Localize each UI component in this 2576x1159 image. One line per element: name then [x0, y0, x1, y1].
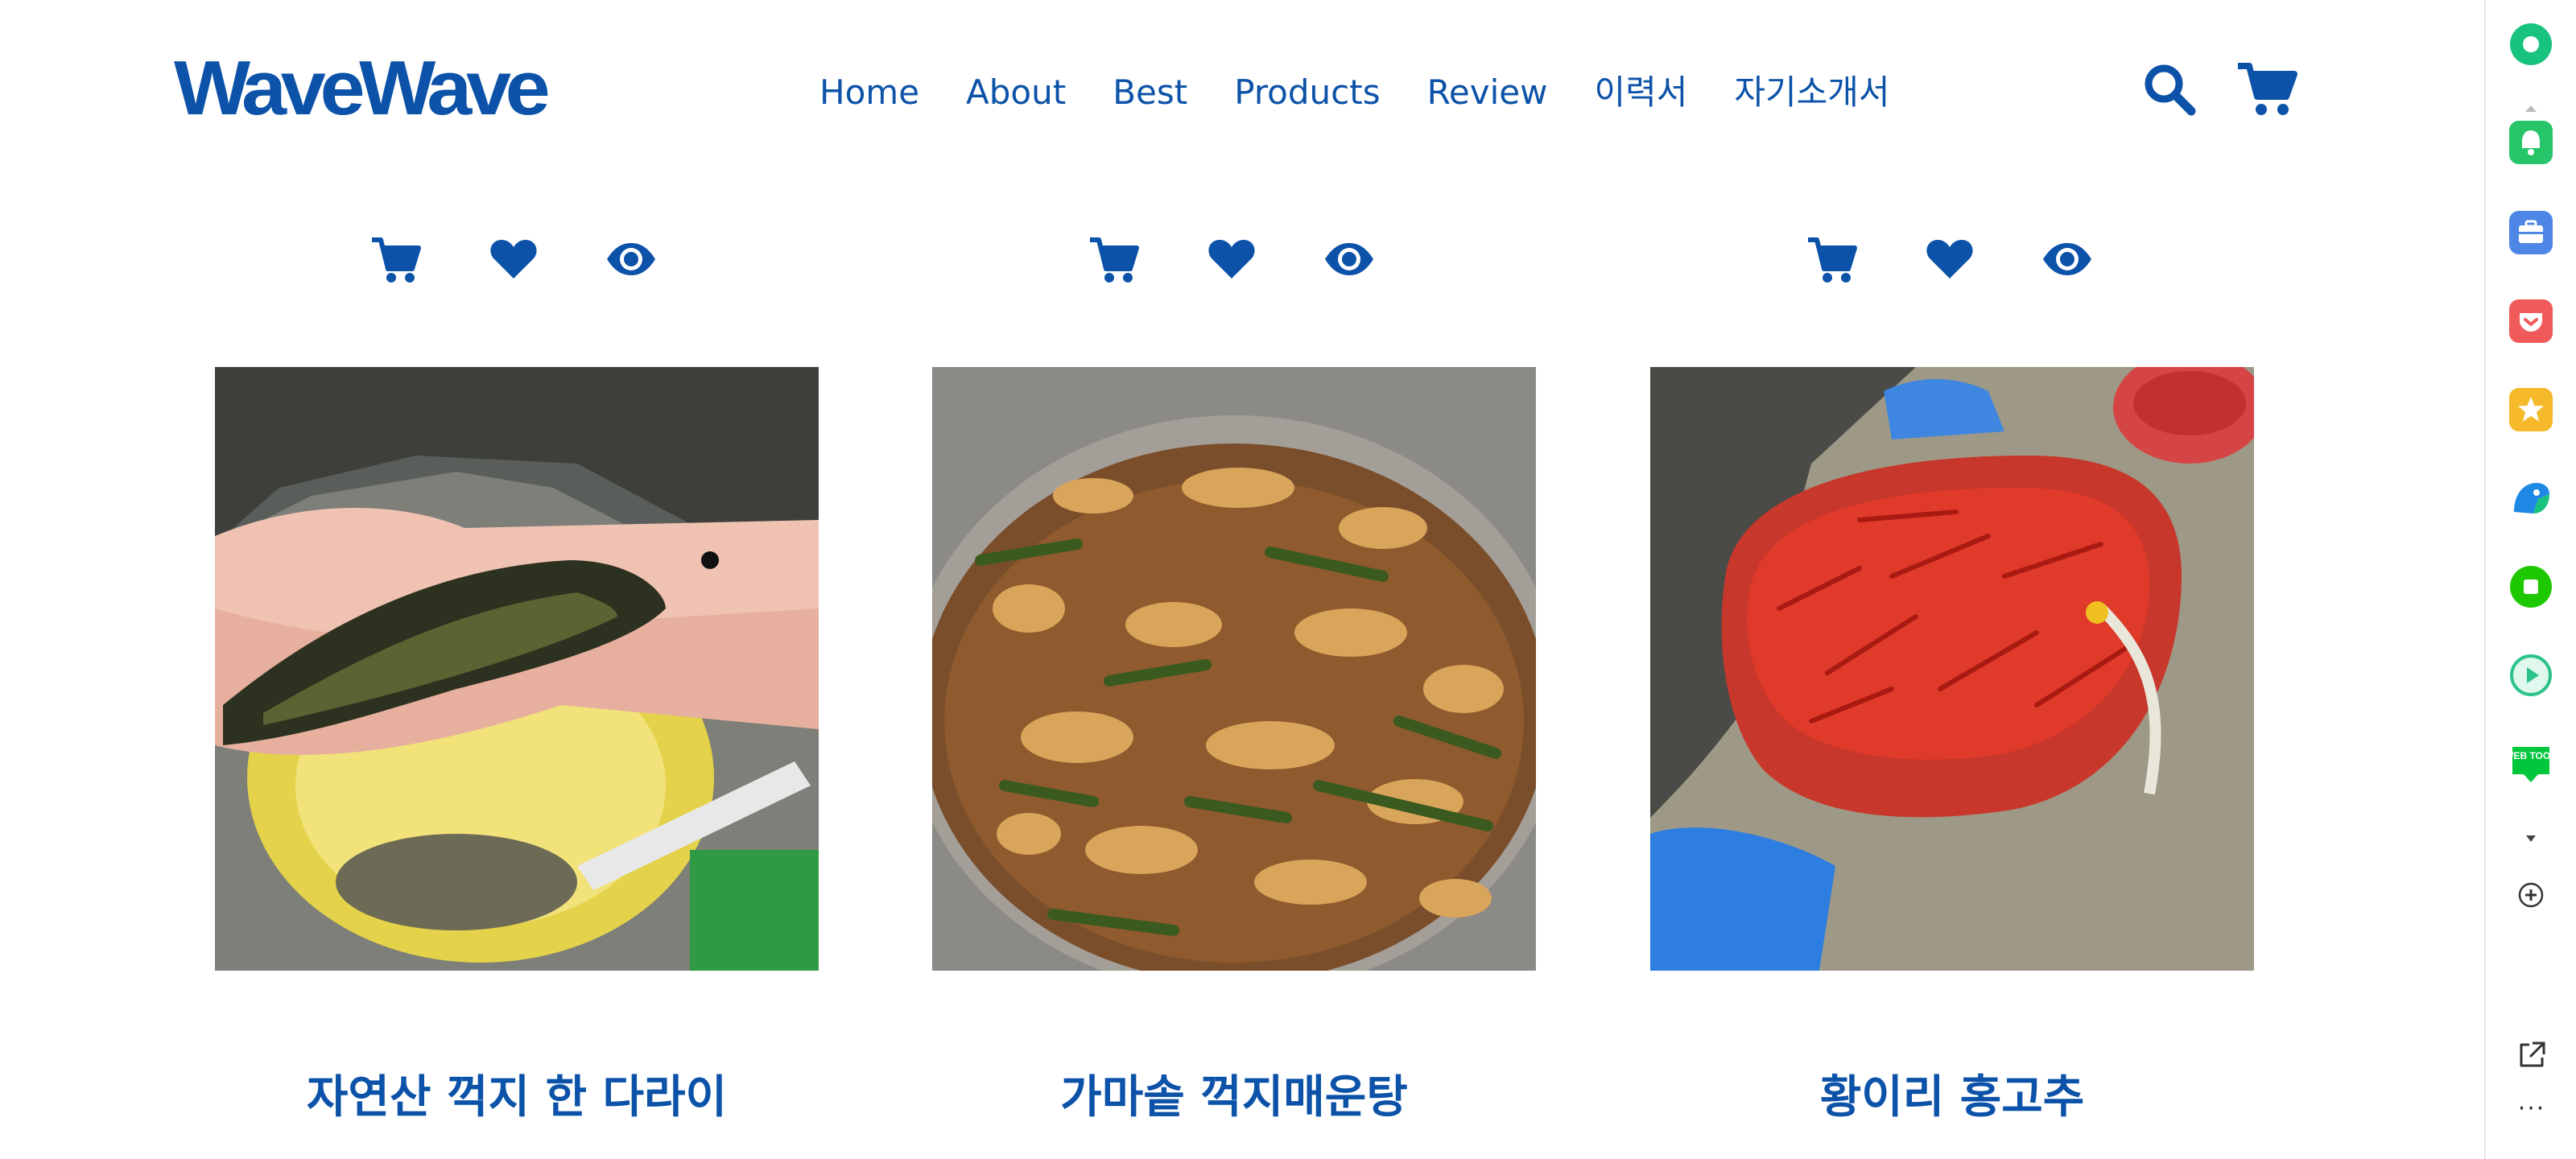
nav-best[interactable]: Best [1113, 69, 1187, 116]
product-image[interactable] [932, 367, 1536, 971]
heart-icon[interactable] [1924, 233, 1975, 285]
nav-resume[interactable]: 이력서 [1594, 69, 1687, 116]
nav-products[interactable]: Products [1234, 69, 1380, 116]
briefcase-icon[interactable] [2509, 211, 2553, 254]
browser-sidebar: WEB TOON ··· [2484, 0, 2576, 1159]
nav-cover-letter[interactable]: 자기소개서 [1734, 69, 1889, 116]
cart-icon[interactable] [2236, 61, 2297, 118]
main-nav: Home About Best Products Review 이력서 자기소개… [819, 69, 1890, 116]
product-image[interactable] [1650, 367, 2254, 971]
add-to-cart-icon[interactable] [370, 233, 422, 285]
eye-icon[interactable] [2041, 233, 2093, 285]
nav-home[interactable]: Home [819, 69, 919, 116]
product-actions [370, 233, 660, 285]
product-image[interactable] [215, 367, 819, 971]
product-title[interactable]: 황이리 홍고추 [1650, 1061, 2254, 1126]
papago-icon[interactable] [2509, 476, 2553, 520]
product-actions [1088, 233, 1378, 285]
main-page: WaveWave Home About Best Products Review… [0, 0, 2484, 1159]
more-icon[interactable]: ··· [2510, 1097, 2553, 1121]
heart-icon[interactable] [1206, 233, 1257, 285]
square-icon[interactable] [2509, 565, 2553, 608]
notification-icon[interactable] [2509, 121, 2553, 164]
nav-review[interactable]: Review [1427, 69, 1548, 116]
product-actions [1806, 233, 2096, 285]
external-link-icon[interactable] [2516, 1040, 2547, 1070]
eye-icon[interactable] [1323, 233, 1375, 285]
add-icon[interactable] [2518, 882, 2544, 908]
chevron-down-icon[interactable] [2523, 832, 2539, 845]
star-icon[interactable] [2509, 388, 2553, 431]
eye-icon[interactable] [605, 233, 657, 285]
pocket-icon[interactable] [2509, 299, 2553, 343]
webtoon-icon[interactable]: WEB TOON [2509, 742, 2553, 786]
product-title[interactable]: 자연산 꺽지 한 다라이 [215, 1061, 819, 1126]
nav-about[interactable]: About [966, 69, 1066, 116]
product-title[interactable]: 가마솥 꺽지매운탕 [932, 1061, 1536, 1126]
add-to-cart-icon[interactable] [1806, 233, 1858, 285]
logo[interactable]: WaveWave [174, 50, 551, 127]
search-icon[interactable] [2141, 61, 2198, 118]
svg-text:WEB TOON: WEB TOON [2509, 750, 2553, 761]
heart-icon[interactable] [488, 233, 539, 285]
status-icon[interactable] [2509, 23, 2553, 66]
add-to-cart-icon[interactable] [1088, 233, 1140, 285]
chevron-up-icon[interactable] [2523, 103, 2539, 114]
play-icon[interactable] [2509, 654, 2553, 697]
